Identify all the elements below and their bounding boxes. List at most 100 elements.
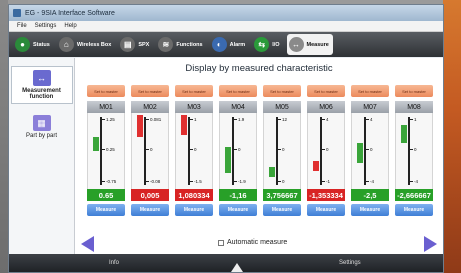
gauge: 4 0 -1: [307, 113, 345, 189]
gauge-tick-label: 0: [238, 147, 241, 152]
measure-button[interactable]: Measure: [263, 204, 301, 216]
measurement-column-m08: Set to master M08 1 0 -4 -2,666667 Measure: [395, 85, 433, 235]
measured-value: 1,080334: [175, 189, 213, 201]
column-header: M04: [219, 101, 257, 113]
sidebar-item-measurement-function[interactable]: ↔ Measurement function: [10, 66, 73, 104]
gauge-tick-label: 0: [150, 147, 153, 152]
gauge-tick: [188, 149, 193, 150]
menu-settings[interactable]: Settings: [35, 23, 57, 29]
gauge-tick-label: 0.25: [106, 147, 115, 152]
set-to-master-button[interactable]: Set to master: [351, 85, 389, 97]
gauge-tick: [408, 149, 413, 150]
gauge-tick: [232, 149, 237, 150]
functions-icon: ≋: [158, 37, 174, 52]
gauge-bar: [313, 161, 319, 171]
gauge-tick: [364, 119, 369, 120]
set-to-master-button[interactable]: Set to master: [219, 85, 257, 97]
measured-value: -1,16: [219, 189, 257, 201]
gauge: 0.081 0 -0.08: [131, 113, 169, 189]
gauge-tick: [320, 149, 325, 150]
set-to-master-button[interactable]: Set to master: [395, 85, 433, 97]
measure-button[interactable]: Measure: [87, 204, 125, 216]
gauge: 1 0 -1.5: [175, 113, 213, 189]
bottom-bar: Info Settings: [9, 254, 443, 272]
measurement-columns: Set to master M01 1.25 0.25 -0.75 0.65 Measure…: [87, 85, 435, 235]
gauge-bar: [357, 143, 363, 163]
wireless-box-icon: ⌂: [58, 37, 74, 52]
gauge-axis: [276, 117, 278, 185]
gauge-axis: [408, 117, 410, 185]
gauge-tick-label: -0.08: [150, 179, 161, 184]
automatic-measure-toggle[interactable]: Automatic measure: [218, 239, 287, 246]
previous-arrow-icon[interactable]: [81, 236, 94, 252]
info-tab[interactable]: Info: [109, 260, 119, 266]
set-to-master-button[interactable]: Set to master: [175, 85, 213, 97]
toolbar-status-button[interactable]: ● Status: [13, 34, 54, 55]
gauge-axis: [100, 117, 102, 185]
measure-button[interactable]: Measure: [351, 204, 389, 216]
sidebar-item-part-by-part[interactable]: ▦ Part by part: [11, 112, 73, 142]
menu-help[interactable]: Help: [64, 23, 76, 29]
set-to-master-button[interactable]: Set to master: [263, 85, 301, 97]
gauge-tick: [276, 149, 281, 150]
measurement-column-m01: Set to master M01 1.25 0.25 -0.75 0.65 Measure: [87, 85, 125, 235]
gauge-tick: [188, 181, 193, 182]
alarm-icon: ◐: [211, 37, 227, 52]
measured-value: -1,353334: [307, 189, 345, 201]
part-by-part-icon: ▦: [32, 115, 51, 131]
gauge-tick: [320, 119, 325, 120]
window-title: EG - 9SIA Interface Software: [25, 9, 115, 17]
gauge-bar: [137, 115, 143, 137]
toolbar-alarm-button[interactable]: ◐ Alarm: [210, 34, 250, 55]
column-header: M05: [263, 101, 301, 113]
toolbar-measure-button[interactable]: ↔ Measure: [286, 34, 333, 55]
measurement-column-m06: Set to master M06 4 0 -1 -1,353334 Measure: [307, 85, 345, 235]
gauge-tick-label: 12: [282, 117, 288, 122]
measurement-function-icon: ↔: [32, 70, 51, 86]
settings-tab[interactable]: Settings: [339, 260, 361, 266]
measured-value: -2,666667: [395, 189, 433, 201]
menu-file[interactable]: File: [17, 23, 27, 29]
gauge-tick-label: -4: [370, 179, 375, 184]
measure-button[interactable]: Measure: [219, 204, 257, 216]
gauge-axis: [320, 117, 322, 185]
gauge-tick: [188, 119, 193, 120]
measure-button[interactable]: Measure: [395, 204, 433, 216]
gauge-tick-label: 0: [370, 147, 373, 152]
toolbar-status-label: Status: [33, 41, 50, 48]
measured-value: 0.65: [87, 189, 125, 201]
toolbar-spx-label: SPX: [138, 41, 150, 48]
set-to-master-button[interactable]: Set to master: [307, 85, 345, 97]
gauge-tick: [408, 119, 413, 120]
title-bar[interactable]: EG - 9SIA Interface Software: [9, 5, 443, 21]
desktop-background-right: [443, 0, 461, 273]
measurement-column-m02: Set to master M02 0.081 0 -0.08 0,005 Measure: [131, 85, 169, 235]
measure-button[interactable]: Measure: [307, 204, 345, 216]
column-header: M03: [175, 101, 213, 113]
toolbar-measure-label: Measure: [306, 41, 329, 48]
automatic-measure-checkbox[interactable]: [218, 239, 224, 246]
toolbar-alarm-label: Alarm: [229, 41, 246, 48]
set-to-master-button[interactable]: Set to master: [131, 85, 169, 97]
gauge-tick-label: -0.75: [106, 179, 117, 184]
set-to-master-button[interactable]: Set to master: [87, 85, 125, 97]
toolbar-wireless-box-button[interactable]: ⌂ Wireless Box: [57, 34, 116, 55]
toolbar-io-button[interactable]: ⇆ I/O: [252, 34, 283, 55]
automatic-measure-label: Automatic measure: [227, 239, 288, 246]
gauge: 12 0 0: [263, 113, 301, 189]
column-header: M07: [351, 101, 389, 113]
measure-button[interactable]: Measure: [131, 204, 169, 216]
column-header: M06: [307, 101, 345, 113]
toolbar-spx-button[interactable]: ▤ SPX: [118, 34, 153, 55]
spx-icon: ▤: [120, 37, 136, 52]
next-arrow-icon[interactable]: [424, 236, 437, 252]
gauge-bar: [93, 137, 99, 151]
gauge-tick: [232, 181, 237, 182]
measure-button[interactable]: Measure: [175, 204, 213, 216]
toolbar-functions-button[interactable]: ≋ Functions: [156, 34, 206, 55]
content-area: ↔ Measurement function ▦ Part by part Di…: [9, 58, 443, 254]
column-header: M02: [131, 101, 169, 113]
toolbar-wireless-box-label: Wireless Box: [76, 41, 112, 48]
column-header: M01: [87, 101, 125, 113]
expand-up-icon[interactable]: [231, 263, 243, 272]
